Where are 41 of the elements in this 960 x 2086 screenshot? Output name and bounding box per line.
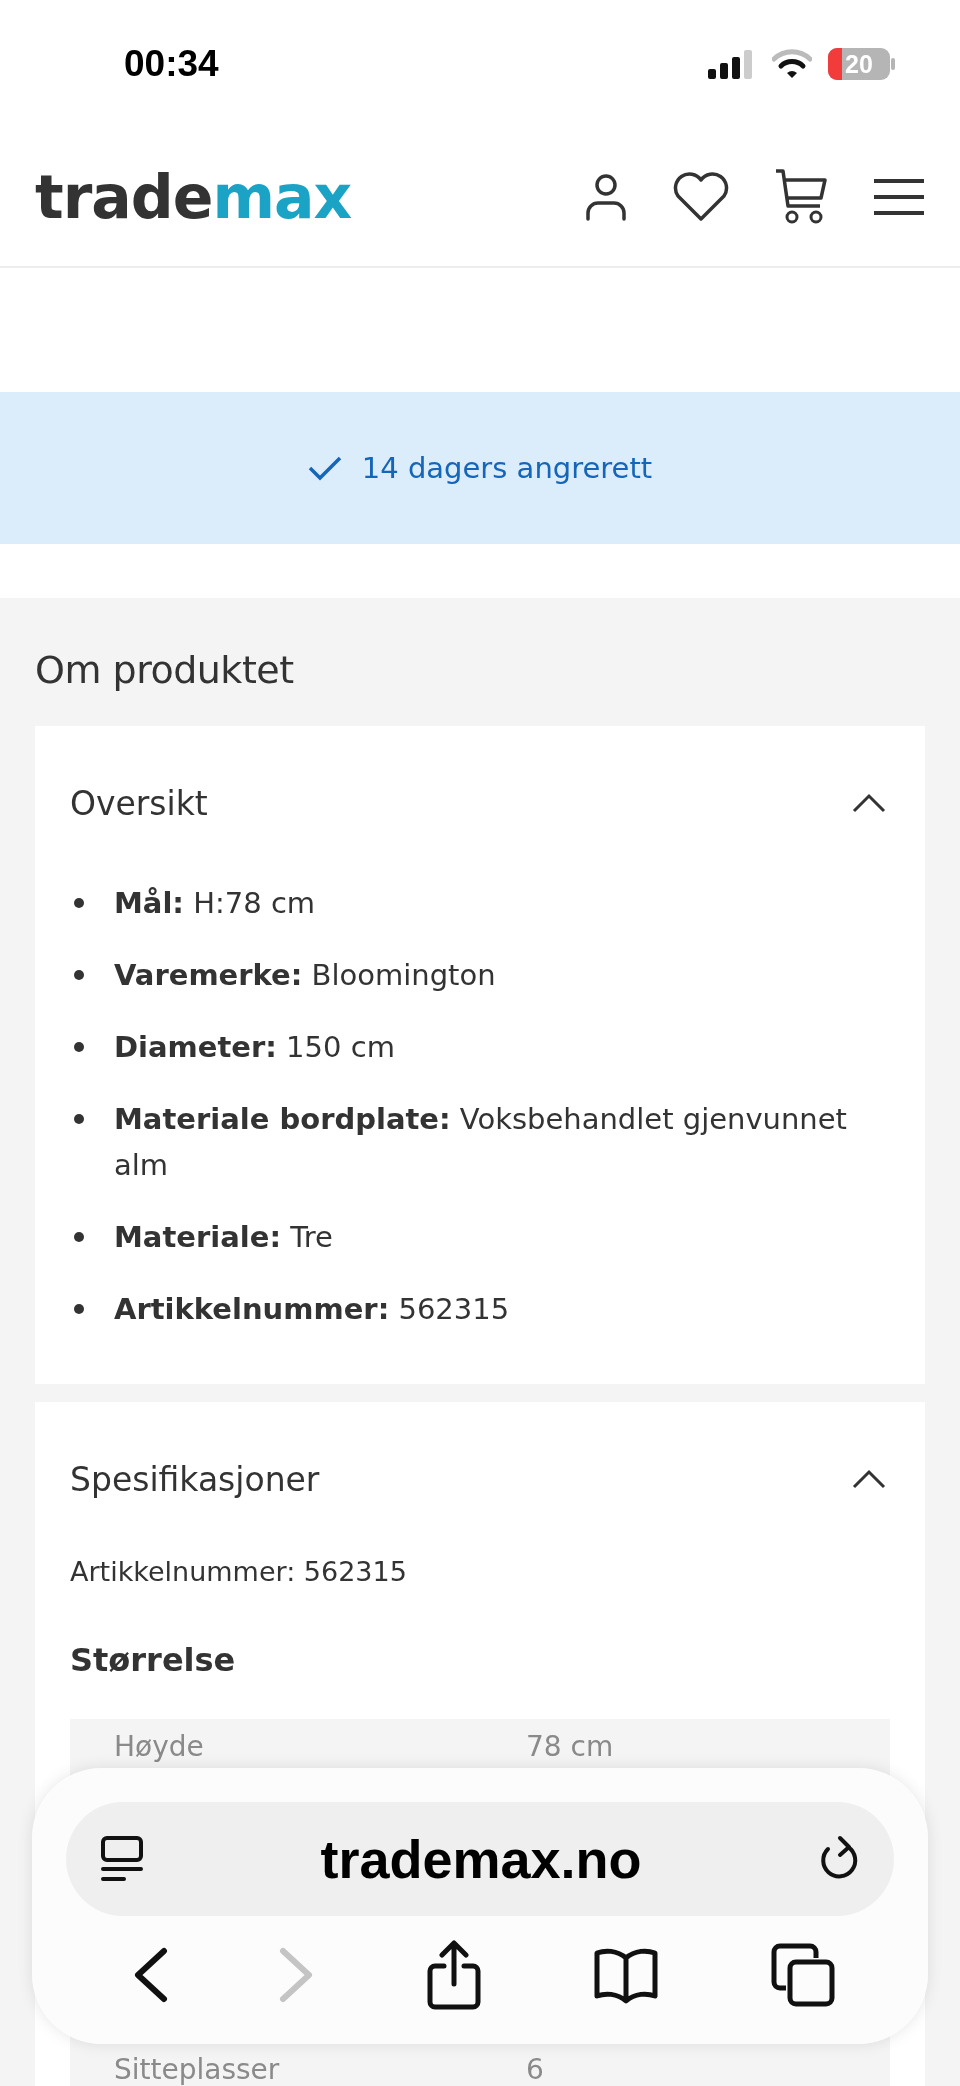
bullet-icon (74, 898, 84, 908)
url-text[interactable]: trademax.no (320, 1828, 642, 1890)
battery-percentage: 20 (845, 50, 873, 78)
bullet-icon (74, 1304, 84, 1314)
chevron-up-icon[interactable] (852, 1469, 886, 1489)
reader-icon[interactable] (100, 1835, 144, 1883)
bullet-icon (74, 1232, 84, 1242)
accordion-title[interactable]: Oversikt (70, 783, 208, 823)
spec-item: Artikkelnummer: 562315 (114, 1291, 510, 1328)
tabs-icon[interactable] (770, 1942, 836, 2008)
banner-text: 14 dagers angrerett (361, 451, 653, 485)
logo[interactable]: trademax (35, 167, 352, 227)
wifi-icon (772, 49, 812, 79)
accordion-title[interactable]: Spesifikasjoner (70, 1459, 320, 1499)
table-cell-text: 6 (526, 2054, 545, 2086)
status-time: 00:34 (124, 43, 219, 85)
check-icon (307, 455, 342, 481)
bullet-icon (74, 970, 84, 980)
share-icon[interactable] (426, 1940, 482, 2010)
battery-icon (828, 48, 896, 80)
address-bar[interactable]: trademax.no (66, 1802, 894, 1916)
spec-item: Materiale bordplate: Voksbehandlet gjenvunnet alm (114, 1101, 848, 1184)
subheading: Størrelse (70, 1641, 237, 1679)
chevron-up-icon[interactable] (852, 793, 886, 813)
spec-item: Mål: H:78 cm (114, 885, 316, 922)
bullet-icon (74, 1042, 84, 1052)
bullet-icon (74, 1114, 84, 1124)
spec-item: Varemerke: Bloomington (114, 957, 496, 994)
menu-icon[interactable] (872, 178, 926, 216)
cart-icon[interactable] (774, 168, 828, 226)
bookmarks-icon[interactable] (593, 1946, 659, 2004)
user-icon[interactable] (584, 173, 628, 221)
section-heading: Om produktet (35, 648, 295, 692)
spec-item: Materiale: Tre (114, 1219, 333, 1256)
back-icon[interactable] (132, 1947, 168, 2003)
article-number: Artikkelnummer: 562315 (70, 1556, 408, 1587)
table-cell-text: Høyde (114, 1731, 205, 1763)
table-cell-text: 78 cm (526, 1731, 615, 1763)
table-cell-text: Sitteplasser (114, 2054, 281, 2086)
spec-item: Diameter: 150 cm (114, 1029, 395, 1066)
heart-icon[interactable] (672, 172, 730, 222)
